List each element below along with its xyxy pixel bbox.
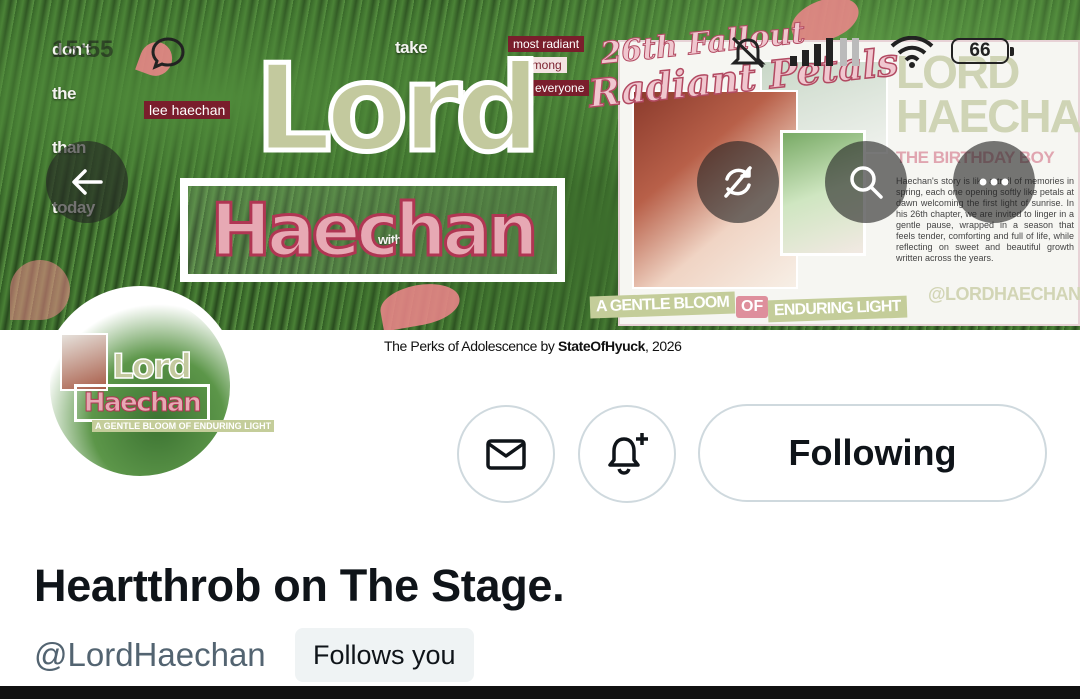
bottom-edge-bar [0, 686, 1080, 699]
logo-haechan: Haechan [209, 187, 539, 274]
signal-icon [790, 38, 859, 66]
more-horizontal-icon [979, 178, 1009, 186]
avatar-logo-haechan: Haechan [74, 384, 210, 422]
battery-indicator: 66 [951, 38, 1014, 64]
logo-haechan-frame: Haechan [180, 178, 565, 282]
credit-author: StateOfHyuck [558, 338, 646, 354]
banner-logo: Lord Haechan [180, 40, 565, 310]
avatar-photo [60, 333, 108, 391]
envelope-icon [486, 439, 526, 470]
no-sync-icon [724, 166, 752, 198]
notifications-button[interactable] [578, 405, 676, 503]
status-time: 15:55 [52, 36, 114, 63]
wifi-icon [890, 36, 934, 68]
credit-suffix: , 2026 [645, 338, 682, 354]
following-button[interactable]: Following [698, 404, 1047, 502]
chat-bubble-icon [151, 37, 185, 70]
search-button[interactable] [825, 141, 907, 223]
follows-you-badge: Follows you [295, 628, 474, 682]
translate-button[interactable] [697, 141, 779, 223]
avatar-logo-lord: Lord [111, 347, 193, 387]
ribbon-of: OF [736, 296, 769, 318]
banner-word: the [52, 84, 77, 103]
mute-bell-icon [730, 36, 766, 69]
message-button[interactable] [457, 405, 555, 503]
more-button[interactable] [953, 141, 1035, 223]
bell-plus-icon [608, 433, 648, 475]
display-name: Heartthrob on The Stage. [34, 560, 565, 611]
user-handle: @LordHaechan [34, 636, 266, 673]
back-button[interactable] [46, 141, 128, 223]
banner-credit: The Perks of Adolescence by StateOfHyuck… [384, 338, 682, 354]
card-handle: @LORDHAECHAN [928, 284, 1080, 304]
petal-decoration [10, 260, 70, 320]
logo-lord: Lord [253, 40, 544, 179]
credit-prefix: The Perks of Adolescence by [384, 338, 559, 354]
arrow-left-icon [72, 169, 103, 195]
search-icon [850, 166, 883, 199]
avatar-strip: A GENTLE BLOOM OF ENDURING LIGHT [92, 420, 275, 432]
